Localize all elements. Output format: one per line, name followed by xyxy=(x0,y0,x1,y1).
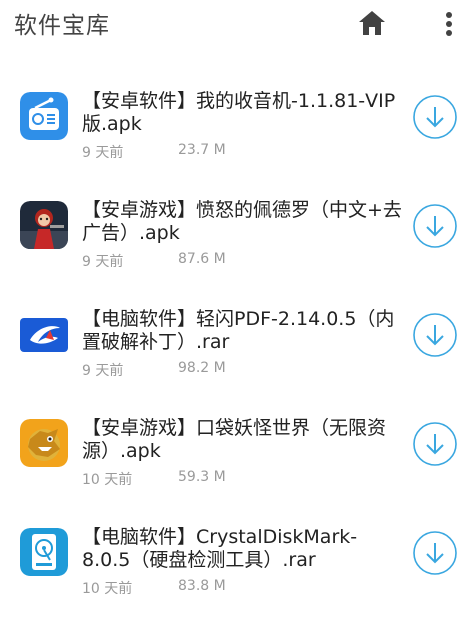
item-meta: 9 天前 87.6 M xyxy=(82,251,226,271)
item-meta: 10 天前 83.8 M xyxy=(82,578,226,598)
item-size: 83.8 M xyxy=(178,578,226,594)
item-time: 10 天前 xyxy=(82,581,133,597)
item-time: 9 天前 xyxy=(82,363,124,379)
item-meta: 10 天前 59.3 M xyxy=(82,469,226,489)
item-title: 【电脑软件】轻闪PDF-2.14.0.5（内置破解补丁）.rar xyxy=(82,308,395,353)
file-list: 【安卓软件】我的收音机-1.1.81-VIP版.apk 9 天前 23.7 M xyxy=(0,78,475,623)
home-icon[interactable] xyxy=(356,8,388,38)
game-monster-icon xyxy=(20,419,68,467)
item-size: 98.2 M xyxy=(178,360,226,376)
list-item[interactable]: 【电脑软件】CrystalDiskMark-8.0.5（硬盘检测工具）.rar … xyxy=(0,514,475,623)
list-item[interactable]: 【电脑软件】轻闪PDF-2.14.0.5（内置破解补丁）.rar 9 天前 98… xyxy=(0,296,475,405)
app-bar: 软件宝库 xyxy=(0,0,475,48)
disk-app-icon xyxy=(20,528,68,576)
item-size: 59.3 M xyxy=(178,469,226,485)
app-title: 软件宝库 xyxy=(14,13,110,39)
item-title: 【安卓游戏】口袋妖怪世界（无限资源）.apk xyxy=(82,417,387,462)
list-item[interactable]: 【安卓软件】我的收音机-1.1.81-VIP版.apk 9 天前 23.7 M xyxy=(0,78,475,187)
list-item[interactable]: 【安卓游戏】口袋妖怪世界（无限资源）.apk 10 天前 59.3 M xyxy=(0,405,475,514)
list-item[interactable]: 【安卓游戏】愤怒的佩德罗（中文+去广告）.apk 9 天前 87.6 M xyxy=(0,187,475,296)
item-title: 【电脑软件】CrystalDiskMark-8.0.5（硬盘检测工具）.rar xyxy=(82,526,358,571)
download-icon[interactable] xyxy=(412,94,458,140)
pdf-app-icon xyxy=(20,318,68,352)
radio-app-icon xyxy=(20,92,68,140)
item-time: 9 天前 xyxy=(82,254,124,270)
item-time: 10 天前 xyxy=(82,472,133,488)
item-meta: 9 天前 23.7 M xyxy=(82,142,226,162)
item-meta: 9 天前 98.2 M xyxy=(82,360,226,380)
item-size: 23.7 M xyxy=(178,142,226,158)
more-vert-icon[interactable] xyxy=(438,8,460,40)
download-icon[interactable] xyxy=(412,312,458,358)
item-title: 【安卓软件】我的收音机-1.1.81-VIP版.apk xyxy=(82,90,396,135)
download-icon[interactable] xyxy=(412,530,458,576)
item-time: 9 天前 xyxy=(82,145,124,161)
download-icon[interactable] xyxy=(412,203,458,249)
item-size: 87.6 M xyxy=(178,251,226,267)
item-title: 【安卓游戏】愤怒的佩德罗（中文+去广告）.apk xyxy=(82,199,402,244)
download-icon[interactable] xyxy=(412,421,458,467)
game-pedro-icon xyxy=(20,201,68,249)
